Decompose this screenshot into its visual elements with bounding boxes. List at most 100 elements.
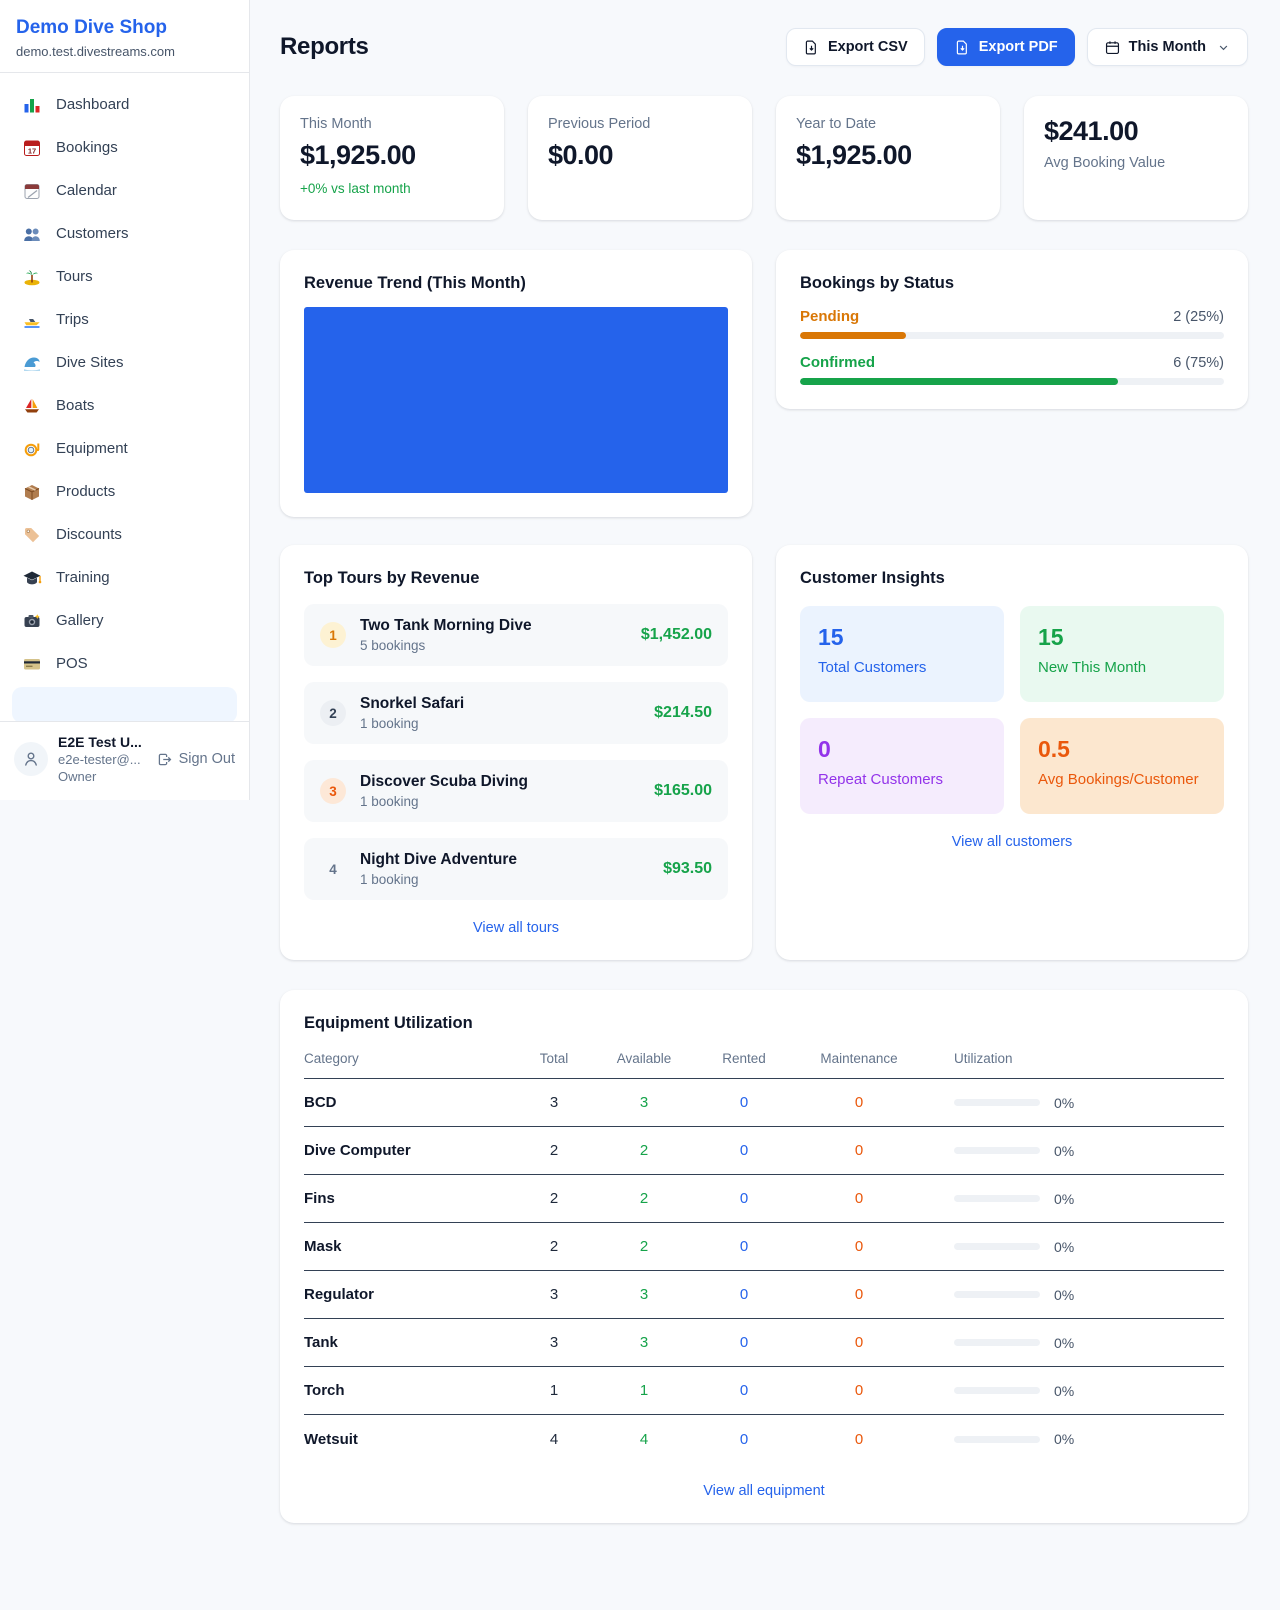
- utilization-bar: [954, 1339, 1040, 1346]
- bookings-by-status-card: Bookings by Status Pending 2 (25%) Confi…: [776, 250, 1248, 409]
- sidebar-item-reports-selected[interactable]: [12, 687, 237, 723]
- table-row: Wetsuit 4 4 0 0 0%: [304, 1415, 1224, 1463]
- sign-out-label: Sign Out: [179, 751, 235, 767]
- table-row: Regulator 3 3 0 0 0%: [304, 1271, 1224, 1319]
- period-dropdown[interactable]: This Month: [1087, 28, 1248, 66]
- stat-previous-period: Previous Period $0.00: [528, 96, 752, 220]
- sidebar-item-pos[interactable]: POS: [12, 642, 237, 685]
- package-icon: [22, 482, 42, 502]
- view-all-equipment-link[interactable]: View all equipment: [304, 1483, 1224, 1499]
- sidebar-item-label: POS: [56, 655, 88, 672]
- island-icon: [22, 267, 42, 287]
- people-icon: [22, 224, 42, 244]
- sidebar-item-boats[interactable]: Boats: [12, 384, 237, 427]
- utilization-bar: [954, 1195, 1040, 1202]
- charts-row: Revenue Trend (This Month) Bookings by S…: [280, 250, 1248, 517]
- chevron-down-icon: [1216, 40, 1231, 55]
- top-tours-card: Top Tours by Revenue 1 Two Tank Morning …: [280, 545, 752, 960]
- file-download-icon: [803, 39, 820, 56]
- progress-fill: [800, 332, 906, 339]
- dive-mask-icon: [22, 439, 42, 459]
- table-row: Tank 3 3 0 0 0%: [304, 1319, 1224, 1367]
- status-row-confirmed: Confirmed 6 (75%): [800, 354, 1224, 385]
- logout-icon: [156, 751, 173, 768]
- equipment-utilization-card: Equipment Utilization Category Total Ava…: [280, 990, 1248, 1523]
- tour-row: 1 Two Tank Morning Dive5 bookings $1,452…: [304, 604, 728, 666]
- sidebar-item-tours[interactable]: Tours: [12, 255, 237, 298]
- revenue-trend-card: Revenue Trend (This Month): [280, 250, 752, 517]
- utilization-cell: 0%: [924, 1431, 1224, 1447]
- user-role: Owner: [58, 769, 146, 784]
- utilization-cell: 0%: [924, 1239, 1224, 1255]
- main-content: Reports Export CSV Export PDF This Month…: [250, 0, 1280, 1523]
- table-row: BCD 3 3 0 0 0%: [304, 1079, 1224, 1127]
- sidebar-item-label: Trips: [56, 311, 89, 328]
- table-row: Fins 2 2 0 0 0%: [304, 1175, 1224, 1223]
- utilization-bar: [954, 1436, 1040, 1443]
- insight-tiles: 15 Total Customers 15 New This Month 0 R…: [800, 606, 1224, 814]
- export-csv-button[interactable]: Export CSV: [786, 28, 925, 66]
- sidebar-item-dive-sites[interactable]: Dive Sites: [12, 341, 237, 384]
- sidebar-item-label: Calendar: [56, 182, 117, 199]
- sidebar-item-label: Products: [56, 483, 115, 500]
- speedboat-icon: [22, 310, 42, 330]
- sidebar-item-label: Training: [56, 569, 110, 586]
- brand: Demo Dive Shop demo.test.divestreams.com: [0, 0, 249, 73]
- utilization-cell: 0%: [924, 1335, 1224, 1351]
- avatar: [14, 742, 48, 776]
- sidebar-item-label: Discounts: [56, 526, 122, 543]
- bar-chart-icon: [22, 95, 42, 115]
- sidebar-item-trips[interactable]: Trips: [12, 298, 237, 341]
- stat-cards: This Month $1,925.00 +0% vs last month P…: [280, 96, 1248, 220]
- table-row: Torch 1 1 0 0 0%: [304, 1367, 1224, 1415]
- sidebar-item-label: Dive Sites: [56, 354, 124, 371]
- sidebar-item-calendar[interactable]: Calendar: [12, 169, 237, 212]
- stat-this-month: This Month $1,925.00 +0% vs last month: [280, 96, 504, 220]
- calendar-date-icon: 17: [22, 138, 42, 158]
- view-all-tours-link[interactable]: View all tours: [304, 920, 728, 936]
- export-pdf-button[interactable]: Export PDF: [937, 28, 1075, 66]
- shop-name: Demo Dive Shop: [16, 17, 233, 39]
- utilization-cell: 0%: [924, 1095, 1224, 1111]
- table-row: Dive Computer 2 2 0 0 0%: [304, 1127, 1224, 1175]
- graduation-cap-icon: [22, 568, 42, 588]
- wave-icon: [22, 353, 42, 373]
- table-row: Mask 2 2 0 0 0%: [304, 1223, 1224, 1271]
- person-icon: [21, 749, 41, 769]
- sidebar: Demo Dive Shop demo.test.divestreams.com…: [0, 0, 250, 800]
- sidebar-item-bookings[interactable]: 17 Bookings: [12, 126, 237, 169]
- header-actions: Export CSV Export PDF This Month: [786, 28, 1248, 66]
- tile-new-this-month: 15 New This Month: [1020, 606, 1224, 702]
- sidebar-item-customers[interactable]: Customers: [12, 212, 237, 255]
- sidebar-item-discounts[interactable]: Discounts: [12, 513, 237, 556]
- rank-badge: 2: [320, 700, 346, 726]
- sign-out-button[interactable]: Sign Out: [156, 751, 235, 768]
- rank-badge: 4: [320, 856, 346, 882]
- sidebar-item-label: Tours: [56, 268, 93, 285]
- sidebar-item-products[interactable]: Products: [12, 470, 237, 513]
- page-header: Reports Export CSV Export PDF This Month: [280, 28, 1248, 66]
- shop-domain: demo.test.divestreams.com: [16, 44, 233, 59]
- progress-track: [800, 378, 1224, 385]
- user-email: e2e-tester@...: [58, 752, 146, 767]
- utilization-cell: 0%: [924, 1191, 1224, 1207]
- stat-year-to-date: Year to Date $1,925.00: [776, 96, 1000, 220]
- progress-track: [800, 332, 1224, 339]
- sidebar-item-label: Bookings: [56, 139, 118, 156]
- sidebar-item-training[interactable]: Training: [12, 556, 237, 599]
- sidebar-item-dashboard[interactable]: Dashboard: [12, 83, 237, 126]
- sidebar-item-label: Customers: [56, 225, 129, 242]
- sidebar-item-label: Gallery: [56, 612, 104, 629]
- delta-badge: +0% vs last month: [300, 181, 484, 196]
- page-title: Reports: [280, 33, 369, 61]
- sidebar-item-gallery[interactable]: Gallery: [12, 599, 237, 642]
- view-all-customers-link[interactable]: View all customers: [800, 834, 1224, 850]
- utilization-bar: [954, 1387, 1040, 1394]
- insights-row: Top Tours by Revenue 1 Two Tank Morning …: [280, 545, 1248, 960]
- utilization-cell: 0%: [924, 1383, 1224, 1399]
- file-download-icon: [954, 39, 971, 56]
- utilization-bar: [954, 1147, 1040, 1154]
- tour-row: 3 Discover Scuba Diving1 booking $165.00: [304, 760, 728, 822]
- sidebar-item-equipment[interactable]: Equipment: [12, 427, 237, 470]
- customer-insights-card: Customer Insights 15 Total Customers 15 …: [776, 545, 1248, 960]
